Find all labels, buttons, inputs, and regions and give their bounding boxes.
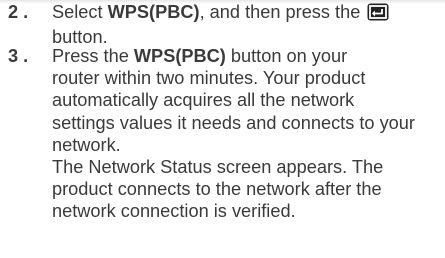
- step-line: settings values it needs and connects to…: [52, 112, 415, 133]
- step-line: product connects to the network after th…: [52, 179, 382, 200]
- step-2: 2 . Select WPS(PBC), and then press the …: [8, 1, 440, 48]
- text-run: Select: [52, 2, 108, 22]
- step-line: network.: [52, 134, 121, 155]
- step-line: The Network Status screen appears. The: [52, 157, 384, 178]
- step-line: automatically acquires all the network: [52, 90, 355, 111]
- enter-button-icon: [367, 3, 389, 26]
- text-run: Press the: [52, 46, 134, 66]
- step-3: 3 . Press the WPS(PBC) button on your ro…: [8, 45, 440, 223]
- step-line: router within two minutes. Your product: [52, 68, 366, 89]
- text-run: , and then press the: [199, 2, 366, 22]
- wps-pbc-label: WPS(PBC): [107, 2, 200, 22]
- wps-pbc-label: WPS(PBC): [133, 46, 226, 66]
- step-number: 3 .: [8, 46, 29, 66]
- step-number: 2 .: [8, 2, 29, 22]
- text-run: button on your: [225, 46, 348, 66]
- step-text: Select WPS(PBC), and then press the butt…: [52, 1, 440, 48]
- step-line: network connection is verified.: [52, 201, 296, 222]
- step-line: Select WPS(PBC), and then press the: [52, 1, 440, 26]
- step-text: Press the WPS(PBC) button on your router…: [52, 45, 440, 223]
- step-line: Press the WPS(PBC) button on your: [52, 45, 440, 67]
